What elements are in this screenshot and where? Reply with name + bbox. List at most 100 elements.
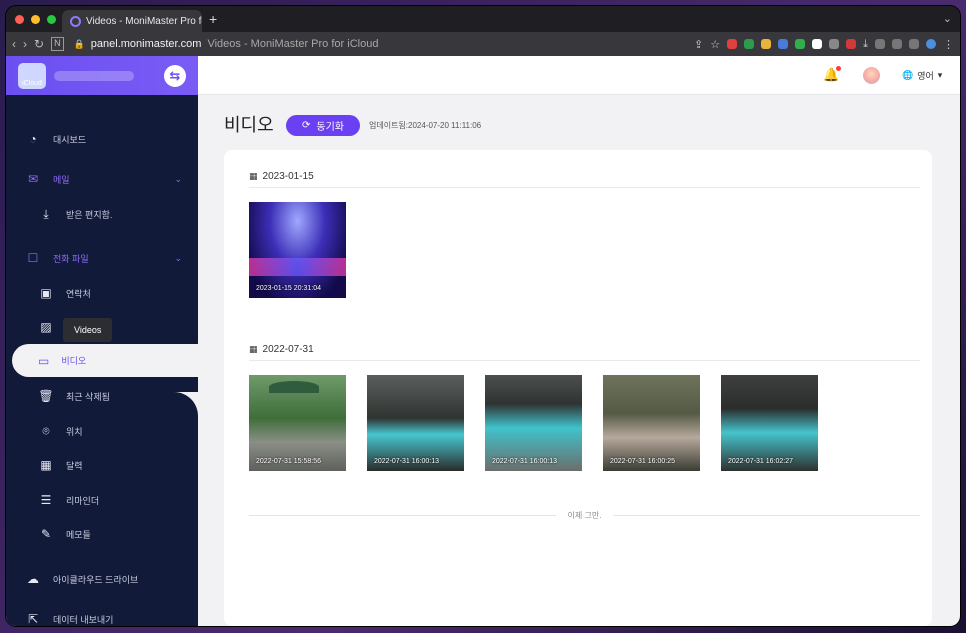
- video-timestamp: 2022-07-31 16:02:27: [728, 458, 793, 465]
- mail-icon: ✉: [27, 172, 39, 186]
- contacts-icon: ▣: [40, 286, 52, 300]
- sidebar-item-label: 최근 삭제됨: [66, 391, 110, 402]
- extension-icon[interactable]: [846, 39, 857, 49]
- back-icon[interactable]: ‹: [12, 37, 16, 51]
- notes-icon: ✎: [40, 527, 52, 541]
- switch-account-button[interactable]: ⇆: [164, 64, 186, 87]
- extension-icon[interactable]: [778, 39, 789, 49]
- sidebar-item-dashboard[interactable]: ◔ 대시보드: [6, 124, 198, 154]
- language-selector[interactable]: 🌐 영어 ▾: [902, 69, 942, 82]
- lock-icon: 🔒: [73, 38, 85, 49]
- notification-bell-icon[interactable]: 🔔: [823, 66, 842, 83]
- forward-icon[interactable]: ›: [23, 37, 27, 51]
- divider-line: [249, 514, 556, 516]
- profile-avatar-icon[interactable]: [926, 39, 936, 49]
- sidebar-item-videos[interactable]: ▭ 비디오: [12, 344, 198, 377]
- video-thumbnail[interactable]: 2023-01-15 20:31:04: [249, 202, 346, 298]
- globe-icon: 🌐: [902, 70, 914, 80]
- sidebar-item-reminders[interactable]: ☰ 리마인더: [6, 485, 198, 515]
- url-host: panel.monimaster.com: [90, 38, 202, 50]
- sidebar-item-notes[interactable]: ✎ 메모들: [6, 519, 198, 549]
- extension-icon[interactable]: [875, 39, 885, 49]
- calendar-icon: ▦: [249, 344, 258, 354]
- sidebar-item-export[interactable]: ⇱ 데이터 내보내기: [6, 604, 198, 626]
- sidebar-item-label: 달력: [66, 460, 83, 471]
- sidebar-item-mail[interactable]: ✉ 메일 ⌄: [6, 164, 198, 194]
- sidebar: iCloud ⇆ ◔ 대시보드 ✉ 메일 ⌄ ⤓ 받은 편지함. ☐ 전화 파일 ⌄ ▣ 연락…: [6, 56, 198, 626]
- address-bar[interactable]: 🔒 panel.monimaster.com Videos - MoniMast…: [70, 35, 688, 53]
- date-label: 2023-01-15: [262, 171, 314, 182]
- browser-toolbar: ‹ › ↻ N 🔒 panel.monimaster.com Videos - …: [6, 32, 960, 56]
- sidebar-item-recently-deleted[interactable]: 🗑 최근 삭제됨: [6, 381, 198, 411]
- reader-icon[interactable]: N: [51, 37, 64, 51]
- dashboard-icon: ◔: [29, 132, 37, 146]
- video-timestamp: 2022-07-31 16:00:13: [492, 458, 557, 465]
- page-title: 비디오: [224, 115, 274, 135]
- monimaster-favicon-icon: [70, 15, 81, 27]
- video-thumbnail[interactable]: 2022-07-31 16:00:13: [367, 375, 464, 471]
- tab-search-chevron-icon[interactable]: ⌄: [943, 12, 952, 25]
- chevron-down-icon: ⌄: [174, 252, 182, 263]
- bookmark-star-icon[interactable]: ☆: [710, 38, 720, 51]
- video-timestamp: 2023-01-15 20:31:04: [256, 285, 321, 292]
- notification-dot: [836, 66, 842, 71]
- chevron-down-icon: ⌄: [174, 173, 182, 184]
- location-icon: ⌾: [42, 423, 50, 438]
- divider-line: [613, 514, 921, 516]
- sidebar-toggle-icon[interactable]: [909, 39, 919, 49]
- sidebar-item-label: 아이클라우드 드라이브: [53, 574, 139, 585]
- sidebar-item-contacts[interactable]: ▣ 연락처: [6, 278, 198, 308]
- extension-icon[interactable]: [744, 39, 755, 49]
- new-tab-button[interactable]: +: [209, 11, 217, 27]
- maximize-window-button[interactable]: [47, 15, 56, 24]
- sidebar-item-phone-files[interactable]: ☐ 전화 파일 ⌄: [6, 243, 198, 273]
- sync-icon: ⟳: [302, 120, 311, 131]
- account-name-blurred: [54, 70, 134, 81]
- sidebar-item-label: 메일: [53, 174, 70, 185]
- video-thumbnail[interactable]: 2022-07-31 16:00:25: [603, 375, 700, 471]
- video-thumbnail[interactable]: 2022-07-31 16:02:27: [721, 375, 818, 471]
- extension-icon[interactable]: [892, 39, 902, 49]
- sidebar-item-calendar[interactable]: ▦ 달력: [6, 450, 198, 480]
- extension-icon[interactable]: [795, 39, 806, 49]
- browser-tab[interactable]: Videos - MoniMaster Pro for iC ✕: [62, 10, 202, 32]
- sidebar-item-label: 받은 편지함.: [66, 209, 113, 220]
- sidebar-item-label: 연락처: [66, 288, 91, 299]
- sidebar-item-label: 메모들: [66, 529, 91, 540]
- video-card: ▦ 2023-01-15 2023-01-15 20:31:04 ▦ 2022-…: [224, 150, 932, 626]
- inbox-icon: ⤓: [43, 206, 49, 221]
- sidebar-item-icloud-drive[interactable]: ☁ 아이클라우드 드라이브: [6, 564, 198, 594]
- updated-timestamp: 업데이트됨:2024-07-20 11:11:06: [369, 121, 482, 130]
- sidebar-item-label: 대시보드: [53, 134, 87, 145]
- top-bar: 🔔 🌐 영어 ▾: [198, 56, 960, 95]
- language-label: 영어: [917, 71, 934, 81]
- minimize-window-button[interactable]: [31, 15, 40, 24]
- sidebar-item-label: 리마인더: [66, 495, 100, 506]
- extension-icon[interactable]: [829, 39, 840, 49]
- sidebar-item-location[interactable]: ⌾ 위치: [6, 416, 198, 446]
- icloud-logo-icon: iCloud: [18, 62, 46, 89]
- video-thumbnail[interactable]: 2022-07-31 15:58:56: [249, 375, 346, 471]
- sidebar-item-label: 비디오: [61, 356, 87, 366]
- browser-menu-icon[interactable]: ⋮: [943, 38, 954, 51]
- avatar[interactable]: [863, 67, 880, 84]
- sync-button[interactable]: ⟳ 동기화: [286, 115, 360, 136]
- end-text: 이제 그만.: [567, 510, 602, 520]
- date-label: 2022-07-31: [262, 344, 314, 355]
- video-thumbnail[interactable]: 2022-07-31 16:00:13: [485, 375, 582, 471]
- extension-icon[interactable]: [812, 39, 823, 49]
- browser-window: Videos - MoniMaster Pro for iC ✕ + ⌄ ‹ ›…: [6, 6, 960, 626]
- umbrella-shape: [269, 381, 319, 393]
- reload-icon[interactable]: ↻: [34, 37, 44, 51]
- video-icon: ▭: [38, 353, 50, 368]
- main-content: 🔔 🌐 영어 ▾ 비디오 ⟳ 동기화 업데이트됨:2024-07-20 11:1…: [198, 56, 960, 626]
- trash-icon: 🗑: [38, 389, 54, 403]
- download-icon[interactable]: ⤓: [863, 38, 868, 51]
- video-timestamp: 2022-07-31 16:00:13: [374, 458, 439, 465]
- sidebar-item-inbox[interactable]: ⤓ 받은 편지함.: [6, 199, 198, 229]
- end-of-list-divider: 이제 그만.: [249, 509, 921, 521]
- extension-icon[interactable]: [761, 39, 772, 49]
- extension-icon[interactable]: [727, 39, 738, 49]
- share-icon[interactable]: ⇪: [694, 38, 703, 51]
- close-window-button[interactable]: [15, 15, 24, 24]
